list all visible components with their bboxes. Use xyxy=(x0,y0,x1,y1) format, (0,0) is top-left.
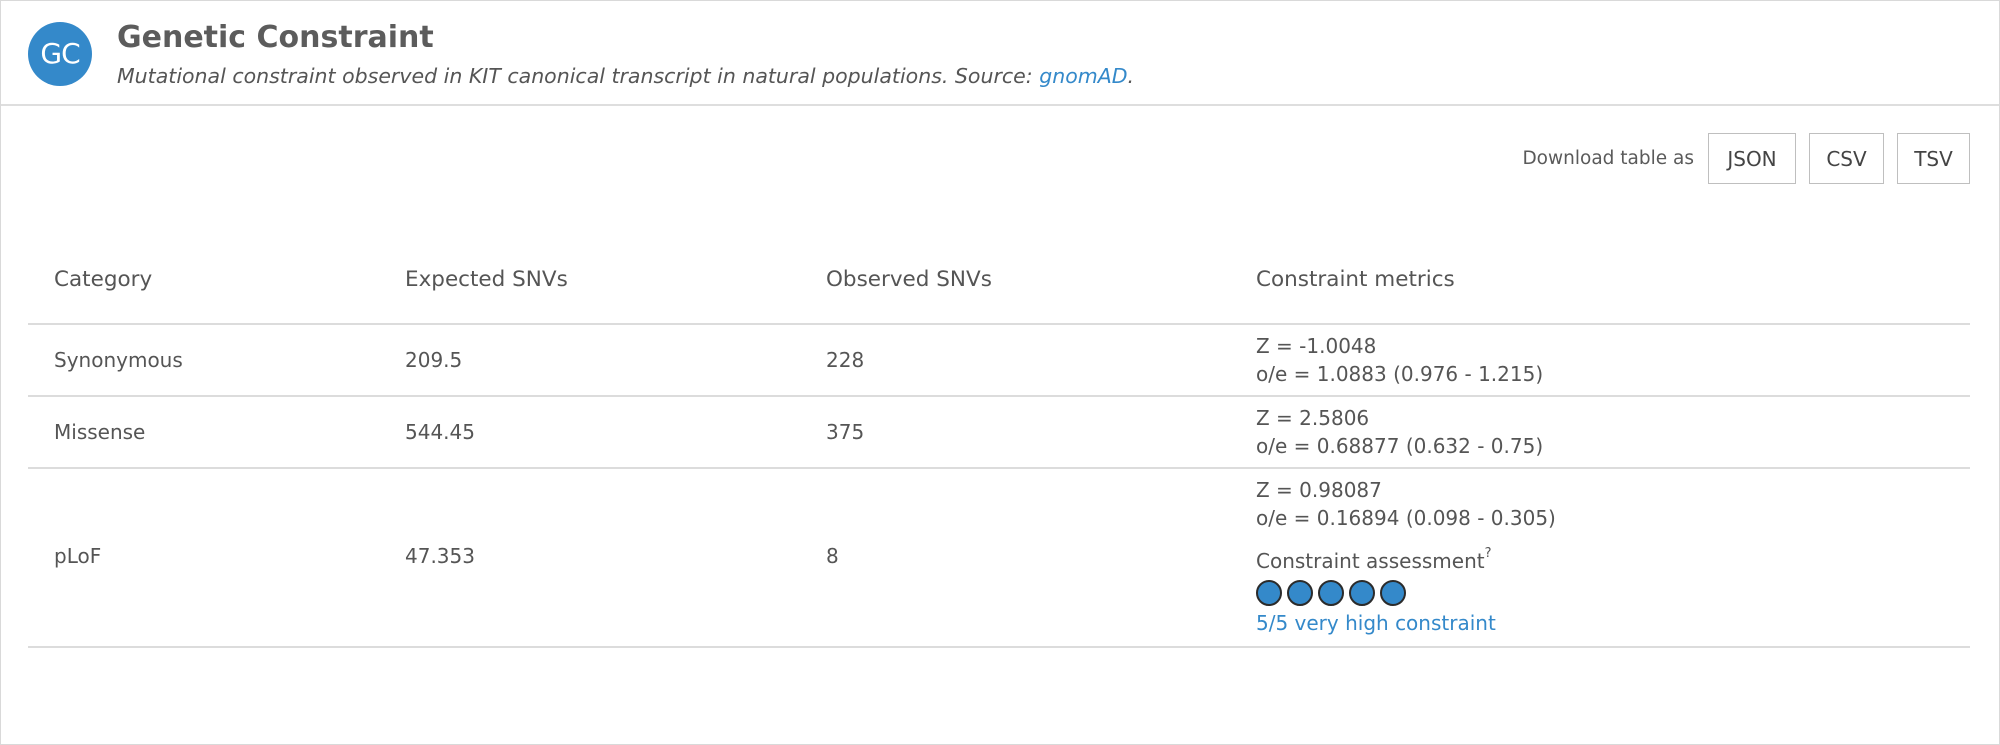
download-label: Download table as xyxy=(1522,148,1694,169)
subtitle-period: . xyxy=(1127,64,1135,88)
card-header: GC Genetic Constraint Mutational constra… xyxy=(1,1,1999,106)
observed-cell: 228 xyxy=(826,348,865,372)
oe-ratio: o/e = 0.16894 (0.098 - 0.305) xyxy=(1256,506,1556,530)
gnomad-link[interactable]: gnomAD xyxy=(1039,64,1127,88)
download-tsv-button[interactable]: TSV xyxy=(1897,133,1970,184)
metrics-cell: Z = 2.5806 o/e = 0.68877 (0.632 - 0.75) xyxy=(1256,404,1543,460)
help-tooltip-icon[interactable]: ? xyxy=(1485,546,1492,561)
column-header-metrics: Constraint metrics xyxy=(1256,267,1455,292)
download-json-button[interactable]: JSON xyxy=(1708,133,1796,184)
category-cell: Synonymous xyxy=(54,348,183,372)
z-score: Z = 2.5806 xyxy=(1256,406,1370,430)
constraint-dot-icon xyxy=(1349,580,1375,606)
section-avatar: GC xyxy=(28,22,92,86)
section-subtitle: Mutational constraint observed in KIT ca… xyxy=(117,64,1134,88)
category-cell: Missense xyxy=(54,420,146,444)
constraint-dot-icon xyxy=(1256,580,1282,606)
oe-ratio: o/e = 0.68877 (0.632 - 0.75) xyxy=(1256,434,1544,458)
constraint-table: Category Expected SNVs Observed SNVs Con… xyxy=(28,245,1970,648)
constraint-assessment-label: Constraint assessment? xyxy=(1256,546,1492,573)
assessment-label-text: Constraint assessment xyxy=(1256,549,1485,573)
column-header-expected: Expected SNVs xyxy=(405,267,568,292)
column-header-category: Category xyxy=(54,267,153,292)
subtitle-text: Mutational constraint observed in KIT ca… xyxy=(117,64,1040,88)
metrics-cell: Z = -1.0048 o/e = 1.0883 (0.976 - 1.215) xyxy=(1256,332,1543,388)
constraint-dot-icon xyxy=(1380,580,1406,606)
download-toolbar: Download table as JSON CSV TSV xyxy=(1522,133,1970,184)
expected-cell: 544.45 xyxy=(405,420,475,444)
oe-ratio: o/e = 1.0883 (0.976 - 1.215) xyxy=(1256,362,1544,386)
constraint-dot-icon xyxy=(1287,580,1313,606)
table-row: Synonymous 209.5 228 Z = -1.0048 o/e = 1… xyxy=(28,325,1970,397)
category-cell: pLoF xyxy=(54,544,102,568)
table-row: Missense 544.45 375 Z = 2.5806 o/e = 0.6… xyxy=(28,397,1970,469)
download-csv-button[interactable]: CSV xyxy=(1809,133,1884,184)
column-header-observed: Observed SNVs xyxy=(826,267,992,292)
expected-cell: 47.353 xyxy=(405,544,475,568)
observed-cell: 8 xyxy=(826,544,839,568)
genetic-constraint-card: GC Genetic Constraint Mutational constra… xyxy=(0,0,2000,745)
z-score: Z = -1.0048 xyxy=(1256,334,1377,358)
metrics-cell: Z = 0.98087 o/e = 0.16894 (0.098 - 0.305… xyxy=(1256,476,1556,532)
table-header-row: Category Expected SNVs Observed SNVs Con… xyxy=(28,245,1970,325)
expected-cell: 209.5 xyxy=(405,348,463,372)
section-title: Genetic Constraint xyxy=(117,20,434,55)
observed-cell: 375 xyxy=(826,420,865,444)
constraint-assessment-text: 5/5 very high constraint xyxy=(1256,611,1496,635)
constraint-dot-icon xyxy=(1318,580,1344,606)
constraint-score-dots xyxy=(1256,580,1411,606)
z-score: Z = 0.98087 xyxy=(1256,478,1382,502)
table-row: pLoF 47.353 8 Z = 0.98087 o/e = 0.16894 … xyxy=(28,469,1970,648)
